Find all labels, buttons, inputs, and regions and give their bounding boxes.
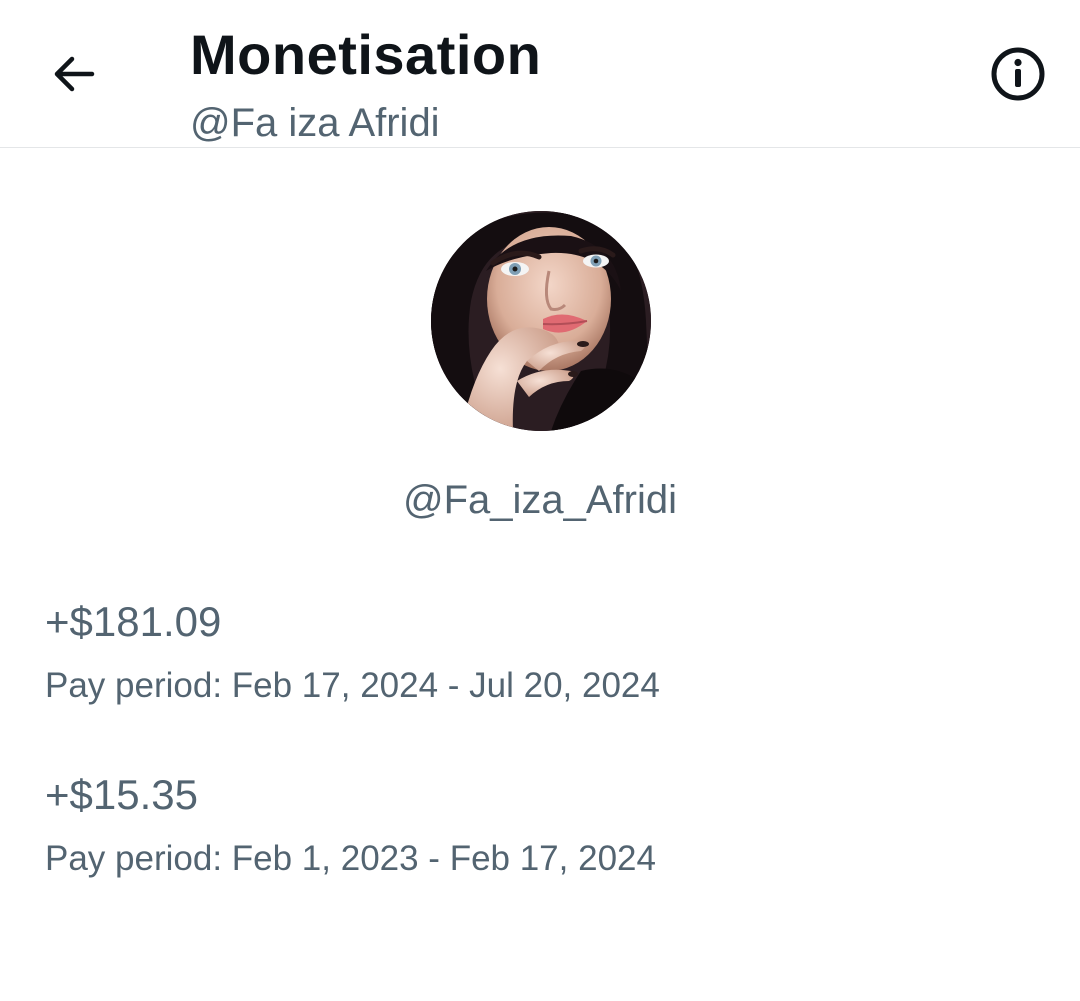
top-app-bar: Monetisation @Fa iza Afridi — [0, 0, 1080, 148]
avatar-photo — [431, 211, 651, 431]
info-button[interactable] — [980, 36, 1056, 112]
arrow-left-icon — [54, 56, 95, 92]
payout-period: Pay period: Feb 1, 2023 - Feb 17, 2024 — [45, 839, 656, 878]
info-icon — [991, 47, 1045, 101]
avatar — [431, 211, 651, 431]
payout-period: Pay period: Feb 17, 2024 - Jul 20, 2024 — [45, 666, 660, 705]
payout-item: +$181.09 Pay period: Feb 17, 2024 - Jul … — [45, 596, 660, 708]
back-button[interactable] — [34, 34, 114, 114]
payout-amount: +$181.09 — [45, 598, 222, 645]
page-subtitle: @Fa iza Afridi — [190, 101, 440, 145]
payout-amount: +$15.35 — [45, 771, 198, 818]
profile-username: @Fa_iza_Afridi — [402, 478, 678, 522]
page-title: Monetisation — [190, 23, 542, 86]
payout-item: +$15.35 Pay period: Feb 1, 2023 - Feb 17… — [45, 769, 656, 881]
